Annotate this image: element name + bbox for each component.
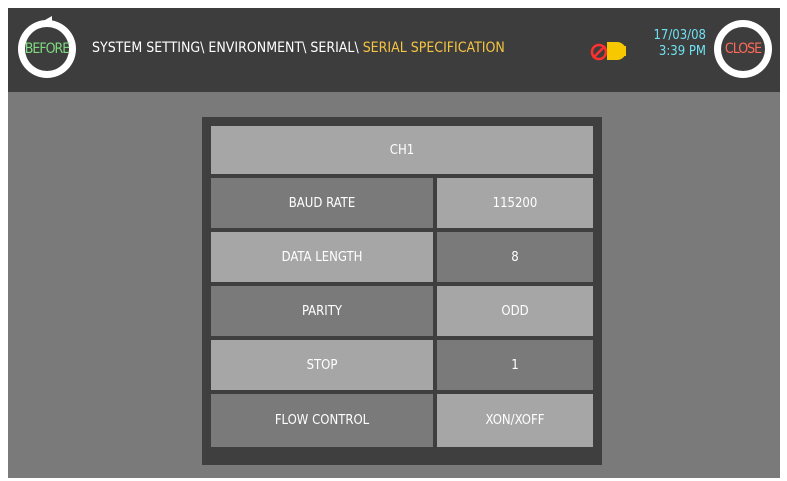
close-label: CLOSE: [724, 41, 762, 57]
stop-value[interactable]: 1: [437, 340, 593, 390]
hmi-screen: BEFORE SYSTEM SETTING\ ENVIRONMENT\ SERI…: [8, 8, 780, 478]
serial-spec-panel: CH1 BAUD RATE 115200 DATA LENGTH 8 PARIT…: [202, 117, 602, 465]
datetime: 17/03/08 3:39 PM: [644, 28, 706, 60]
date-text: 17/03/08: [653, 28, 706, 43]
breadcrumb-path: SYSTEM SETTING\ ENVIRONMENT\ SERIAL\: [92, 40, 363, 56]
time-text: 3:39 PM: [658, 44, 706, 59]
flow-control-label: FLOW CONTROL: [211, 394, 433, 447]
before-button[interactable]: BEFORE: [18, 16, 76, 78]
channel-header: CH1: [211, 126, 593, 174]
data-length-label: DATA LENGTH: [211, 232, 433, 282]
parity-value[interactable]: ODD: [437, 286, 593, 336]
breadcrumb-current: SERIAL SPECIFICATION: [362, 40, 505, 56]
flow-control-value[interactable]: XON/XOFF: [437, 394, 593, 447]
baud-rate-label: BAUD RATE: [211, 178, 433, 228]
close-button[interactable]: CLOSE: [714, 20, 772, 78]
data-length-value[interactable]: 8: [437, 232, 593, 282]
alarm-off-icon[interactable]: [588, 32, 632, 68]
header-bar: BEFORE SYSTEM SETTING\ ENVIRONMENT\ SERI…: [8, 8, 780, 92]
before-label: BEFORE: [24, 41, 70, 57]
breadcrumb: SYSTEM SETTING\ ENVIRONMENT\ SERIAL\ SER…: [92, 40, 505, 56]
baud-rate-value[interactable]: 115200: [437, 178, 593, 228]
stop-label: STOP: [211, 340, 433, 390]
parity-label: PARITY: [211, 286, 433, 336]
